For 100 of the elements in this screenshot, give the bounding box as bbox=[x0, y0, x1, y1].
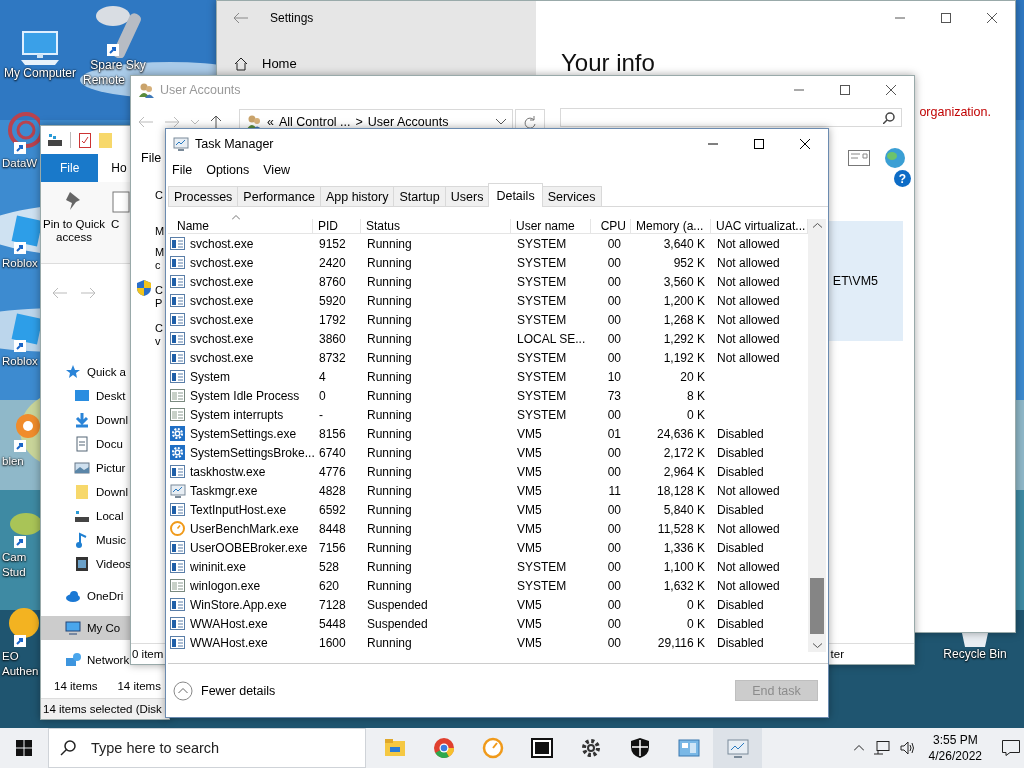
column-header[interactable]: Memory (a... bbox=[631, 219, 711, 234]
nav-row[interactable]: My Co bbox=[41, 616, 131, 640]
tab[interactable]: Startup bbox=[393, 186, 446, 206]
link-text[interactable]: P bbox=[155, 297, 163, 310]
nav-row[interactable]: Docu bbox=[41, 432, 131, 456]
close-icon[interactable] bbox=[987, 13, 997, 23]
link-text[interactable]: v bbox=[155, 335, 161, 348]
ribbon-button-label[interactable]: Pin to Quick access bbox=[41, 218, 107, 244]
tab[interactable]: Processes bbox=[168, 186, 239, 206]
column-header[interactable]: Status bbox=[361, 219, 511, 234]
back-icon[interactable] bbox=[234, 13, 248, 23]
network-icon[interactable] bbox=[873, 741, 890, 755]
status-cell-text: Running bbox=[366, 482, 413, 500]
tab[interactable]: Services bbox=[541, 186, 602, 206]
remote-icon[interactable] bbox=[93, 4, 143, 58]
nav-row[interactable]: Pictur bbox=[41, 456, 131, 480]
dropdown-icon[interactable] bbox=[496, 119, 506, 125]
nav-row[interactable]: Deskt bbox=[41, 384, 131, 408]
nav-row[interactable]: Music bbox=[41, 528, 131, 552]
close-icon[interactable] bbox=[800, 139, 810, 149]
tab[interactable]: Users bbox=[444, 186, 490, 206]
checklist-icon[interactable] bbox=[79, 132, 91, 148]
chrome-icon bbox=[432, 737, 455, 759]
ribbon-tab[interactable]: Ho bbox=[98, 154, 127, 182]
menu-item[interactable]: File bbox=[172, 163, 193, 177]
drive-icon bbox=[74, 508, 90, 524]
user-name-cell-text: VM5 bbox=[516, 596, 543, 614]
column-header[interactable]: User name bbox=[511, 219, 591, 234]
volume-icon[interactable] bbox=[899, 741, 916, 755]
home-icon bbox=[234, 56, 248, 71]
scroll-up-icon[interactable] bbox=[812, 223, 822, 228]
nav-item[interactable]: Home bbox=[262, 56, 297, 71]
link-text[interactable]: M bbox=[155, 246, 165, 259]
column-header[interactable]: Name bbox=[168, 219, 313, 234]
link-text[interactable]: M bbox=[155, 225, 165, 238]
scrollbar-thumb[interactable] bbox=[810, 578, 824, 634]
drive-icon[interactable] bbox=[48, 134, 62, 146]
close-icon[interactable] bbox=[886, 85, 896, 95]
nav-row[interactable]: OneDri bbox=[41, 584, 131, 608]
clock-time[interactable]: 3:55 PM bbox=[932, 732, 978, 748]
maximize-icon[interactable] bbox=[941, 13, 951, 23]
status-cell-text: Suspended bbox=[366, 596, 429, 614]
nav-row[interactable]: Quick a bbox=[41, 360, 131, 384]
scrollbar[interactable] bbox=[808, 219, 826, 652]
breadcrumb-item[interactable]: All Control ... bbox=[278, 115, 351, 129]
nav-row[interactable]: Downl bbox=[41, 408, 131, 432]
cpu-cell-text: 00 bbox=[606, 273, 622, 291]
maximize-icon[interactable] bbox=[840, 85, 850, 95]
window-icon bbox=[170, 254, 186, 271]
link-text[interactable]: C bbox=[155, 322, 163, 335]
up-arrow-icon[interactable] bbox=[211, 116, 221, 128]
status-cell-text: Running bbox=[366, 273, 413, 291]
help-icon[interactable]: ? bbox=[894, 170, 911, 187]
clock-date[interactable]: 4/26/2022 bbox=[928, 748, 982, 764]
ribbon-tab[interactable]: File bbox=[41, 154, 99, 182]
window-icon bbox=[170, 634, 186, 651]
link-text[interactable]: C bbox=[155, 189, 163, 202]
menu-item[interactable]: View bbox=[263, 163, 291, 177]
breadcrumb-item[interactable]: User Accounts bbox=[367, 115, 449, 129]
pid-cell-text: 4828 bbox=[318, 482, 347, 500]
breadcrumb-item[interactable]: > bbox=[355, 115, 363, 129]
refresh-icon[interactable] bbox=[524, 116, 536, 128]
search-icon[interactable] bbox=[883, 111, 895, 124]
nav-row[interactable]: Videos bbox=[41, 552, 131, 576]
icon-label: DataW bbox=[2, 156, 38, 171]
link-text[interactable]: c bbox=[155, 259, 161, 272]
notifications-icon[interactable] bbox=[1002, 740, 1020, 756]
search-field[interactable] bbox=[560, 108, 902, 127]
search-field[interactable]: Type here to search bbox=[48, 728, 366, 768]
window-title: Task Manager bbox=[195, 137, 275, 151]
collapse-icon[interactable] bbox=[173, 680, 193, 701]
memory-cell-text: 29,116 K bbox=[656, 634, 706, 652]
chevron-up-icon[interactable] bbox=[853, 745, 864, 751]
link-text[interactable]: C bbox=[155, 284, 163, 297]
maximize-icon[interactable] bbox=[754, 139, 764, 149]
scroll-down-icon[interactable] bbox=[812, 643, 822, 648]
tab[interactable]: Performance bbox=[237, 186, 321, 206]
archive-icon bbox=[530, 737, 553, 759]
cpu-cell-text: 73 bbox=[606, 387, 622, 405]
column-header[interactable]: CPU bbox=[591, 219, 631, 234]
menu-item[interactable]: Options bbox=[206, 163, 250, 177]
breadcrumb-item[interactable]: « bbox=[267, 115, 274, 129]
ribbon-button-label[interactable]: C bbox=[111, 218, 120, 231]
column-header[interactable]: PID bbox=[313, 219, 361, 234]
nav-row[interactable]: Network bbox=[41, 648, 131, 672]
user-name-cell-text: SYSTEM bbox=[516, 558, 568, 576]
process-name: UserBenchMark.exe bbox=[190, 521, 299, 536]
globe-icon[interactable] bbox=[884, 147, 906, 169]
tab[interactable]: App history bbox=[319, 186, 395, 206]
details-toggle[interactable]: Fewer details bbox=[173, 680, 276, 701]
status-cell-text: Running bbox=[366, 292, 413, 310]
nav-row[interactable]: Local bbox=[41, 504, 131, 528]
menu-item[interactable]: File bbox=[141, 151, 162, 165]
pid-cell-text: 1600 bbox=[318, 634, 347, 652]
windows-logo-icon[interactable] bbox=[16, 740, 32, 756]
gear-icon bbox=[170, 425, 186, 442]
tab[interactable]: Details bbox=[488, 183, 543, 207]
card-icon[interactable] bbox=[848, 150, 870, 166]
nav-row[interactable]: Downl bbox=[41, 480, 131, 504]
document-icon[interactable] bbox=[111, 190, 131, 214]
